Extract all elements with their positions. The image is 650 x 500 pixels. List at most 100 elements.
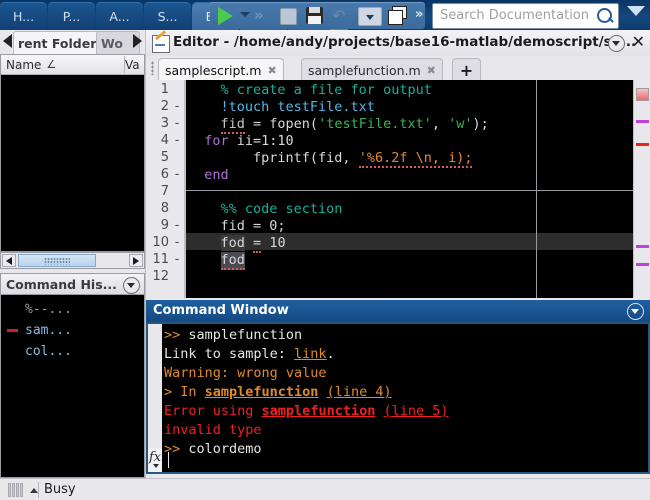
breakpoint-dash[interactable]: - <box>173 167 181 182</box>
command-window-title: Command Window <box>153 303 289 318</box>
line-number: 1 <box>160 82 169 97</box>
panel-options-icon[interactable] <box>608 35 625 52</box>
editor-code[interactable]: % create a file for output !touch testFi… <box>188 80 650 298</box>
code-line: fod <box>220 252 245 270</box>
scrollbar-left-button[interactable] <box>2 254 16 267</box>
stack-link-function[interactable]: samplefunction <box>205 384 319 400</box>
error-link-line[interactable]: (line 5) <box>383 403 448 419</box>
scrollbar-right-button[interactable] <box>129 254 143 267</box>
editor-gutter[interactable]: 1 2 3 4 5 6 7 8 9 10 11 12 - - - - - - - <box>146 80 186 298</box>
command-window-output[interactable]: >> samplefunction Link to sample: link. … <box>146 322 650 474</box>
tab-samplescript[interactable]: samplescript.m ✖ <box>158 58 284 81</box>
close-icon[interactable]: ✖ <box>427 64 436 77</box>
function-browser-button[interactable]: fx <box>148 448 162 472</box>
column-header-name[interactable]: Name ∠ <box>1 56 125 73</box>
breakpoint-dash[interactable]: - <box>173 133 181 148</box>
matlab-ide-window: H... P... A... S... E... P... V... » ↶ »… <box>0 0 650 500</box>
line-number: 11 <box>152 252 169 267</box>
close-icon[interactable]: ✖ <box>267 64 276 77</box>
search-icon <box>597 8 612 23</box>
marker-error-square[interactable] <box>636 88 649 101</box>
code-line: fid = fopen('testFile.txt', 'w'); <box>220 116 489 134</box>
drag-handle-icon[interactable] <box>151 61 154 75</box>
command-history-title: Command His... <box>6 276 117 292</box>
double-chevron-right-icon[interactable]: » <box>254 7 264 24</box>
close-icon[interactable]: ✕ <box>632 33 645 51</box>
panel-options-icon[interactable] <box>123 277 140 294</box>
line-number: 4 <box>160 133 169 148</box>
scroll-left-icon[interactable] <box>3 34 12 48</box>
tab-apps-label: A... <box>109 8 130 24</box>
tab-apps[interactable]: A... <box>96 2 143 30</box>
workspace-table-header: Name ∠ Va <box>1 55 144 75</box>
list-item[interactable]: col... <box>1 341 144 362</box>
breakpoint-dash[interactable]: - <box>173 235 181 250</box>
cascade-windows-icon[interactable] <box>388 6 407 25</box>
busy-indicator-icon <box>8 483 28 497</box>
line-number: 5 <box>160 150 169 165</box>
editor-marker-scrollbar[interactable] <box>633 80 650 298</box>
line-number: 10 <box>152 235 169 250</box>
tab-plots[interactable]: P... <box>48 2 95 30</box>
error-link-function[interactable]: samplefunction <box>262 403 376 419</box>
output-line: >> samplefunction <box>164 327 303 343</box>
line-number: 9 <box>160 218 169 233</box>
code-line: % create a file for output <box>188 82 432 98</box>
caret-down-icon[interactable] <box>240 12 250 17</box>
code-line: fid = 0; <box>188 218 286 234</box>
search-documentation-input[interactable]: Search Documentation <box>432 3 619 29</box>
new-tab-button[interactable]: + <box>452 58 481 81</box>
toolstrip: H... P... A... S... E... P... V... » ↶ »… <box>0 0 650 30</box>
editor-text-area[interactable]: 1 2 3 4 5 6 7 8 9 10 11 12 - - - - - - - <box>146 80 650 298</box>
output-line: >> colordemo <box>164 441 262 457</box>
scroll-right-icon[interactable] <box>133 34 142 48</box>
left-panel-tabstrip: rent Folder Wo <box>0 30 145 55</box>
workspace-horizontal-scrollbar[interactable] <box>0 252 145 269</box>
line-number: 2 <box>160 99 169 114</box>
caret-down-icon[interactable] <box>358 7 382 26</box>
search-placeholder: Search Documentation <box>440 8 590 23</box>
panel-options-icon[interactable] <box>627 303 644 320</box>
tab-shortcuts[interactable]: S... <box>144 2 191 30</box>
stop-square-icon[interactable] <box>280 8 297 25</box>
list-item[interactable]: %--... <box>1 299 144 320</box>
caret-down-icon <box>153 464 159 468</box>
command-history-list[interactable]: %--... sam... col... <box>0 295 145 478</box>
tab-samplefunction[interactable]: samplefunction.m ✖ <box>301 58 443 81</box>
list-item[interactable]: sam... <box>1 320 144 341</box>
output-line: > In samplefunction (line 4) <box>164 384 392 400</box>
tab-home-label: H... <box>12 8 35 24</box>
marker-warning[interactable] <box>636 120 649 123</box>
marker-warning[interactable] <box>636 263 649 266</box>
undo-arrow-icon[interactable]: ↶ <box>332 7 349 24</box>
sample-link[interactable]: link <box>294 346 327 362</box>
editor-titlebar: Editor - /home/andy/projects/base16-matl… <box>146 30 650 57</box>
editor-panel: Editor - /home/andy/projects/base16-matl… <box>146 30 650 298</box>
text-cursor <box>168 452 169 468</box>
chevron-down-icon[interactable] <box>627 6 645 16</box>
floppy-disk-icon[interactable] <box>306 7 323 24</box>
breakpoint-dash[interactable]: - <box>173 252 181 267</box>
breakpoint-dash[interactable]: - <box>173 218 181 233</box>
output-line: invalid type <box>164 422 262 438</box>
editor-tabstrip: samplescript.m ✖ samplefunction.m ✖ + <box>146 56 650 81</box>
current-folder-tab-label: rent Folder <box>18 36 97 51</box>
sidebar-item-current-folder[interactable]: rent Folder <box>13 31 103 55</box>
marker-warning[interactable] <box>636 245 649 248</box>
tab-shortcuts-label: S... <box>157 8 178 24</box>
toolbar-overflow-button[interactable]: » <box>415 7 423 22</box>
breakpoint-dash[interactable]: - <box>173 99 181 114</box>
sort-ascending-icon: ∠ <box>46 58 57 71</box>
tab-samplescript-label: samplescript.m <box>165 62 262 78</box>
marker-error[interactable] <box>636 143 649 146</box>
fx-icon: fx <box>149 450 162 465</box>
caret-up-icon[interactable] <box>30 488 38 493</box>
play-icon[interactable] <box>218 7 233 25</box>
tab-home[interactable]: H... <box>0 2 47 30</box>
stack-link-line[interactable]: (line 4) <box>327 384 392 400</box>
code-line: fod = 10 <box>220 235 286 253</box>
code-line: for ii=1:10 <box>204 133 294 149</box>
scrollbar-thumb[interactable] <box>18 254 96 267</box>
breakpoint-dash[interactable]: - <box>173 116 181 131</box>
workspace-table[interactable]: Name ∠ Va <box>0 54 145 252</box>
